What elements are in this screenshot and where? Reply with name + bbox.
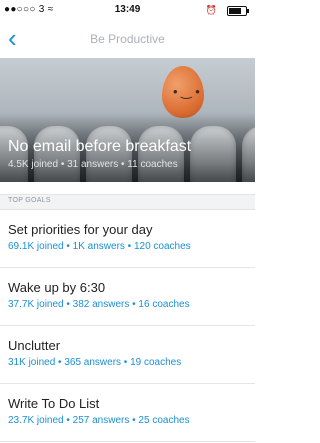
goal-list: Set priorities for your day 69.1K joined… xyxy=(0,210,255,442)
section-label: TOP GOALS xyxy=(8,197,51,204)
goal-title: Set priorities for your day xyxy=(8,222,153,237)
battery-icon xyxy=(227,6,249,16)
smiling-egg-image: • ‿ • xyxy=(162,66,204,118)
goal-stats: 31K joined • 365 answers • 19 coaches xyxy=(8,357,182,368)
alarm-icon: ⏰ xyxy=(205,5,217,15)
goal-stats: 69.1K joined • 1K answers • 120 coaches xyxy=(8,241,191,252)
goal-list-item[interactable]: Write To Do List 23.7K joined • 257 answ… xyxy=(0,384,255,442)
featured-goal-stats: 4.5K joined • 31 answers • 11 coaches xyxy=(8,159,178,170)
goal-title: Write To Do List xyxy=(8,396,100,411)
section-header: TOP GOALS xyxy=(0,194,255,210)
battery-level xyxy=(229,8,241,14)
goal-title: Wake up by 6:30 xyxy=(8,280,106,295)
goal-title: Unclutter xyxy=(8,338,61,353)
featured-goal-card[interactable]: • ‿ • No email before breakfast 4.5K joi… xyxy=(0,58,255,182)
navigation-bar: ‹ Be Productive xyxy=(0,20,255,58)
status-bar: ●●○○○ 3 ≈ 13:49 ⏰ xyxy=(0,0,255,20)
goal-stats: 23.7K joined • 257 answers • 25 coaches xyxy=(8,415,190,426)
goal-list-item[interactable]: Set priorities for your day 69.1K joined… xyxy=(0,210,255,268)
page-title: Be Productive xyxy=(90,32,165,46)
goal-stats: 37.7K joined • 382 answers • 16 coaches xyxy=(8,299,190,310)
featured-goal-title: No email before breakfast xyxy=(8,138,192,155)
goal-list-item[interactable]: Unclutter 31K joined • 365 answers • 19 … xyxy=(0,326,255,384)
goal-list-item[interactable]: Wake up by 6:30 37.7K joined • 382 answe… xyxy=(0,268,255,326)
